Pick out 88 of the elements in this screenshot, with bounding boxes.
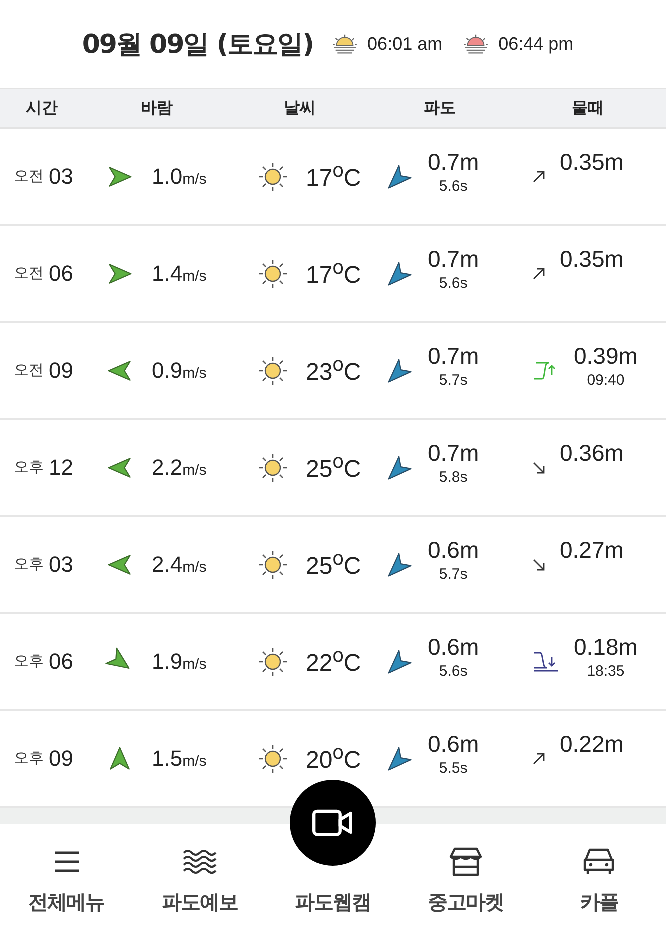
temperature: 22$^{o}$C <box>306 645 362 678</box>
time-period: 오후 <box>14 458 44 477</box>
wave-period: 5.5s <box>439 760 468 777</box>
wave-direction-icon <box>386 454 414 482</box>
column-header: 시간 <box>25 98 59 118</box>
time-period: 오후 <box>14 652 44 671</box>
sun-icon <box>258 258 288 288</box>
arrow-up-right-icon <box>532 752 546 766</box>
tide-height: 0.36m <box>560 440 624 467</box>
nav-tab[interactable]: 파도예보 <box>158 843 242 918</box>
wave-period: 5.7s <box>439 372 468 389</box>
wind-speed: 0.9m/s <box>152 358 207 384</box>
time-hour: 12 <box>49 454 74 480</box>
nav-tab[interactable]: 파도웹캠 <box>290 887 375 918</box>
tide-height: 0.35m <box>560 149 624 176</box>
sunset-time: 06:44 pm <box>498 34 574 54</box>
wave-direction-icon <box>386 550 414 578</box>
tide-height: 0.35m <box>560 246 624 273</box>
sun-icon <box>258 744 288 774</box>
temperature: 25$^{o}$C <box>306 451 362 484</box>
wind-speed: 1.9m/s <box>152 648 207 674</box>
time-period: 오전 <box>14 361 44 380</box>
wind-speed: 1.0m/s <box>152 164 207 190</box>
sun-icon <box>258 356 288 386</box>
arrow-up-right-icon <box>532 266 546 280</box>
sunrise-time: 06:01 am <box>368 34 443 54</box>
sun-icon <box>258 162 288 192</box>
wave-direction-icon <box>386 260 414 288</box>
wave-period: 5.6s <box>439 663 468 680</box>
wave-period: 5.8s <box>439 469 468 486</box>
time-period: 오전 <box>14 264 44 283</box>
time-period: 오후 <box>14 749 44 768</box>
wave-direction-icon <box>386 744 414 772</box>
car-icon <box>582 847 616 877</box>
wave-direction-icon <box>386 356 414 384</box>
tide-height: 0.22m <box>560 731 624 758</box>
wind-speed: 2.2m/s <box>152 454 207 480</box>
tide-time: 09:40 <box>587 372 625 389</box>
wave-height: 0.7m <box>428 440 480 467</box>
wave-height: 0.6m <box>428 731 480 758</box>
time-period: 오후 <box>14 555 44 574</box>
column-header: 바람 <box>140 98 174 118</box>
wave-period: 5.7s <box>439 566 468 583</box>
tide-height: 0.18m <box>574 634 638 661</box>
wave-height: 0.6m <box>428 634 480 661</box>
time-hour: 06 <box>49 260 74 286</box>
wave-height: 0.7m <box>428 343 480 370</box>
column-header: 날씨 <box>283 98 317 118</box>
tide-height: 0.27m <box>560 537 624 564</box>
sun-icon <box>258 550 288 580</box>
wave-height: 0.7m <box>428 246 480 273</box>
temperature: 17$^{o}$C <box>306 160 362 193</box>
time-hour: 09 <box>49 746 74 772</box>
wave-period: 5.6s <box>439 275 468 292</box>
tide-time: 18:35 <box>587 663 625 680</box>
wind-speed: 1.4m/s <box>152 260 207 286</box>
wave-period: 5.6s <box>439 178 468 195</box>
wave-height: 0.6m <box>428 537 480 564</box>
wind-speed: 2.4m/s <box>152 552 207 578</box>
time-period: 오전 <box>14 167 44 186</box>
wave-direction-icon <box>386 648 414 676</box>
time-hour: 09 <box>49 358 74 384</box>
nav-tab[interactable]: 카풀 <box>576 843 622 918</box>
temperature: 20$^{o}$C <box>306 742 362 775</box>
video-camera-icon <box>312 808 354 838</box>
sun-icon <box>258 646 288 676</box>
waves-icon <box>182 849 218 875</box>
time-hour: 03 <box>49 164 74 190</box>
wind-speed: 1.5m/s <box>152 746 207 772</box>
date-title: 09월 09일 (토요일) <box>82 28 314 62</box>
arrow-down-right-icon <box>532 460 546 474</box>
tide-height: 0.39m <box>574 343 638 370</box>
temperature: 25$^{o}$C <box>306 548 362 581</box>
column-header: 물때 <box>571 98 605 118</box>
nav-tab[interactable]: 중고마켓 <box>424 843 508 918</box>
arrow-down-right-icon <box>532 558 546 572</box>
wave-height: 0.7m <box>428 149 480 176</box>
store-icon <box>449 847 484 877</box>
time-hour: 06 <box>49 648 74 674</box>
temperature: 17$^{o}$C <box>306 257 362 290</box>
column-header: 파도 <box>423 98 457 118</box>
low-tide-icon <box>532 650 560 672</box>
sun-icon <box>258 452 288 482</box>
time-hour: 03 <box>49 552 74 578</box>
temperature: 23$^{o}$C <box>306 354 362 387</box>
wave-direction-icon <box>386 162 414 190</box>
nav-tab[interactable]: 전체메뉴 <box>24 843 109 918</box>
arrow-up-right-icon <box>532 170 546 184</box>
